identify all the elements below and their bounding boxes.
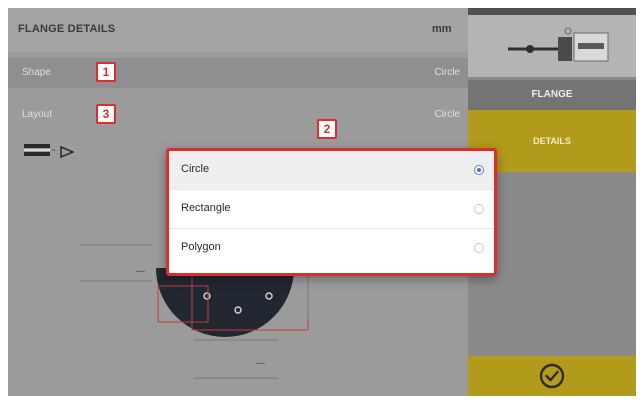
status-bar bbox=[468, 8, 636, 15]
annotation-badge-3: 3 bbox=[96, 104, 116, 124]
dimension-left[interactable]: --- bbox=[136, 266, 145, 276]
annotation-badge-2: 2 bbox=[317, 119, 337, 139]
arrow-icon[interactable] bbox=[60, 146, 74, 158]
radio-selected-icon[interactable] bbox=[474, 165, 484, 175]
tab-flange[interactable]: FLANGE bbox=[468, 80, 636, 110]
shape-label: Shape bbox=[22, 67, 51, 78]
layout-row[interactable]: Layout Circle bbox=[8, 100, 468, 130]
radio-icon[interactable] bbox=[474, 243, 484, 253]
separator-dash: - bbox=[52, 145, 56, 156]
checkmark-circle-icon bbox=[539, 363, 565, 389]
annotation-badge-1: 1 bbox=[96, 62, 116, 82]
dimension-bottom[interactable]: --- bbox=[256, 358, 265, 368]
page-title: FLANGE DETAILS bbox=[18, 23, 116, 35]
option-label: Polygon bbox=[181, 241, 221, 253]
shape-value[interactable]: Circle bbox=[434, 67, 460, 78]
dropdown-option-polygon[interactable]: Polygon bbox=[169, 229, 494, 267]
shape-dropdown: Circle Rectangle Polygon bbox=[166, 148, 497, 276]
option-label: Rectangle bbox=[181, 202, 231, 214]
machine-icon bbox=[468, 15, 636, 77]
confirm-button[interactable] bbox=[468, 356, 636, 396]
layout-label: Layout bbox=[22, 109, 53, 120]
flange-details-screen: FLANGE DETAILS mm Shape Circle 1 Layout … bbox=[8, 8, 636, 396]
radio-icon[interactable] bbox=[474, 204, 484, 214]
flange-bar-icon[interactable] bbox=[24, 141, 50, 159]
dropdown-option-rectangle[interactable]: Rectangle bbox=[169, 190, 494, 229]
layout-value[interactable]: Circle bbox=[434, 109, 460, 120]
option-label: Circle bbox=[181, 163, 210, 175]
header-bar: FLANGE DETAILS mm bbox=[8, 8, 468, 52]
shape-row[interactable]: Shape Circle bbox=[8, 58, 468, 88]
dropdown-option-circle[interactable]: Circle bbox=[169, 151, 494, 190]
units-label[interactable]: mm bbox=[432, 23, 452, 35]
